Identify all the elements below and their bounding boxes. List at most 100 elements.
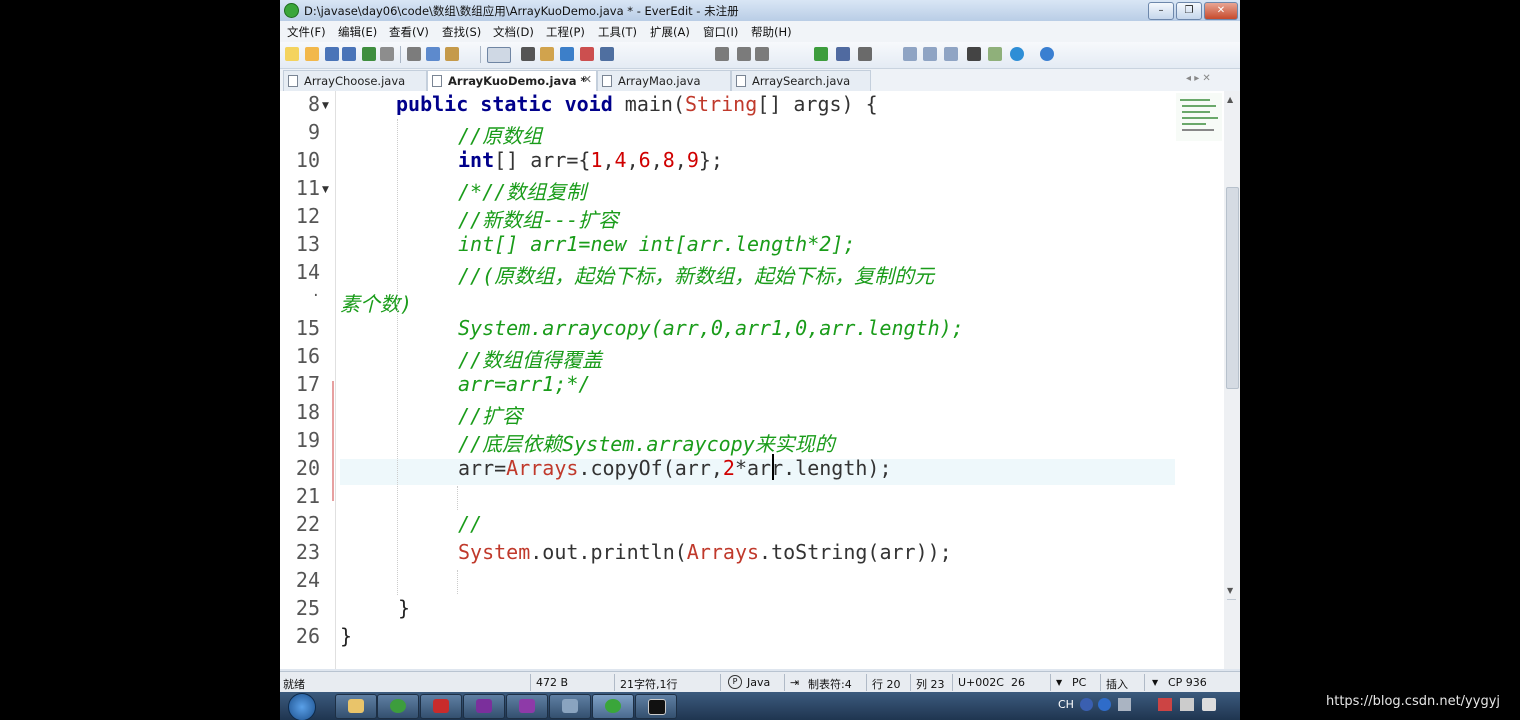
help-icon[interactable] (1040, 47, 1054, 61)
indent-guide (457, 486, 459, 510)
line-number: 13 (295, 232, 320, 256)
code-line-25: } (398, 596, 411, 620)
menu-file[interactable]: 文件(F) (287, 24, 326, 40)
help-tray-icon[interactable] (1098, 698, 1111, 711)
tab-arraychoose[interactable]: ArrayChoose.java (283, 70, 427, 91)
scroll-tools[interactable] (1227, 599, 1236, 660)
battery-icon[interactable] (1180, 698, 1194, 711)
code-line-14: //(原数组，起始下标，新数组，起始下标，复制的元 (458, 264, 935, 288)
status-codepage[interactable]: CP 936 (1168, 676, 1207, 689)
network-icon[interactable] (1158, 698, 1172, 711)
find-in-files-icon[interactable] (560, 47, 574, 61)
cmd-taskbar-button[interactable] (635, 694, 677, 719)
status-column: 列 23 (916, 678, 945, 691)
pdf-taskbar-button[interactable] (420, 694, 462, 719)
input-language[interactable]: CH (1058, 698, 1074, 711)
volume-icon[interactable] (1202, 698, 1216, 711)
tab-arraysearch[interactable]: ArraySearch.java (731, 70, 871, 91)
restore-button[interactable]: ❐ (1176, 2, 1202, 20)
line-number: 26 (295, 624, 320, 648)
save-icon[interactable] (325, 47, 339, 61)
close-tab-icon[interactable]: ✕ (583, 73, 592, 86)
panel-icon[interactable] (903, 47, 917, 61)
fold-marker-icon[interactable]: ▼ (322, 185, 329, 195)
fullscreen-icon[interactable] (967, 47, 981, 61)
tray-icon[interactable] (1118, 698, 1131, 711)
tab-arraymao[interactable]: ArrayMao.java (597, 70, 731, 91)
browser-icon[interactable] (1010, 47, 1024, 61)
app-taskbar-button[interactable] (549, 694, 591, 719)
grid-icon[interactable] (988, 47, 1002, 61)
status-insert-mode[interactable]: 插入 (1106, 676, 1128, 692)
copy-icon[interactable] (426, 47, 440, 61)
chrome-taskbar-button[interactable] (377, 694, 419, 719)
scroll-up-icon[interactable]: ▲ (1227, 95, 1233, 104)
code-editor[interactable]: 8 ▼ 9 10 11 ▼ 12 13 14 · 15 16 17 18 19 … (280, 91, 1225, 669)
status-line-ending[interactable]: PC (1072, 676, 1086, 689)
minimap[interactable] (1176, 93, 1222, 141)
tree-icon[interactable] (600, 47, 614, 61)
tools-icon[interactable] (858, 47, 872, 61)
start-button[interactable] (288, 693, 316, 720)
code-line-22: // (458, 512, 483, 536)
macro-icon[interactable] (715, 47, 729, 61)
java-file-icon (736, 75, 746, 87)
dropdown-icon[interactable]: ▼ (1056, 678, 1062, 687)
menu-window[interactable]: 窗口(I) (703, 24, 738, 40)
onenote2-taskbar-button[interactable] (506, 694, 548, 719)
explorer-taskbar-button[interactable] (335, 694, 377, 719)
find-icon[interactable] (521, 47, 535, 61)
run-icon[interactable] (814, 47, 828, 61)
code-line-14-wrap: 素个数) (340, 292, 413, 316)
everedit-taskbar-button[interactable] (592, 694, 634, 719)
menu-help[interactable]: 帮助(H) (751, 24, 792, 40)
wrap-icon[interactable] (487, 47, 511, 63)
dropdown-icon[interactable]: ▼ (1152, 678, 1158, 687)
minimize-button[interactable]: – (1148, 2, 1174, 20)
window-title: D:\javase\day06\code\数组\数组应用\ArrayKuoDem… (304, 4, 739, 18)
code-line-26: } (340, 624, 353, 648)
toolbar-separator (480, 46, 481, 63)
watermark: https://blog.csdn.net/yygyj (1326, 694, 1501, 709)
open-file-icon[interactable] (305, 47, 319, 61)
menu-edit[interactable]: 编辑(E) (338, 24, 377, 40)
goto-icon[interactable] (580, 47, 594, 61)
macro-play-icon[interactable] (737, 47, 751, 61)
menu-tools[interactable]: 工具(T) (598, 24, 637, 40)
macro-stop-icon[interactable] (755, 47, 769, 61)
fold-marker-icon[interactable]: ▼ (322, 101, 329, 111)
toolbar (280, 42, 1240, 69)
menu-document[interactable]: 文档(D) (493, 24, 534, 40)
undo-icon[interactable] (362, 47, 376, 61)
status-language[interactable]: Java (747, 676, 770, 689)
menu-view[interactable]: 查看(V) (389, 24, 429, 40)
output-icon[interactable] (836, 47, 850, 61)
scroll-down-icon[interactable]: ▼ (1227, 586, 1233, 595)
code-line-20: arr=Arrays.copyOf(arr,2*arr.length); (458, 456, 892, 480)
redo-icon[interactable] (380, 47, 394, 61)
code-line-23: System.out.println(Arrays.toString(arr))… (458, 540, 952, 564)
tray-icon[interactable] (1080, 698, 1093, 711)
split-icon[interactable] (923, 47, 937, 61)
paste-icon[interactable] (445, 47, 459, 61)
save-all-icon[interactable] (342, 47, 356, 61)
replace-icon[interactable] (540, 47, 554, 61)
scroll-thumb[interactable] (1226, 187, 1239, 389)
onenote-taskbar-button[interactable] (463, 694, 505, 719)
menu-extensions[interactable]: 扩展(A) (650, 24, 690, 40)
tab-scroll-controls[interactable]: ◂ ▸ ✕ (1186, 73, 1211, 84)
line-number: 18 (295, 400, 320, 424)
tab-arraykuodemo[interactable]: ArrayKuoDemo.java * ✕ (427, 70, 597, 92)
new-file-icon[interactable] (285, 47, 299, 61)
java-file-icon (288, 75, 298, 87)
vertical-scrollbar[interactable]: ▲ ▼ (1224, 91, 1240, 669)
menu-find[interactable]: 查找(S) (442, 24, 481, 40)
indent-guide (397, 119, 399, 595)
line-number: 22 (295, 512, 320, 536)
menu-project[interactable]: 工程(P) (546, 24, 585, 40)
toolbar-separator (400, 46, 401, 63)
close-button[interactable]: ✕ (1204, 2, 1238, 20)
status-tab-width[interactable]: 制表符:4 (808, 676, 852, 692)
cut-icon[interactable] (407, 47, 421, 61)
column-icon[interactable] (944, 47, 958, 61)
